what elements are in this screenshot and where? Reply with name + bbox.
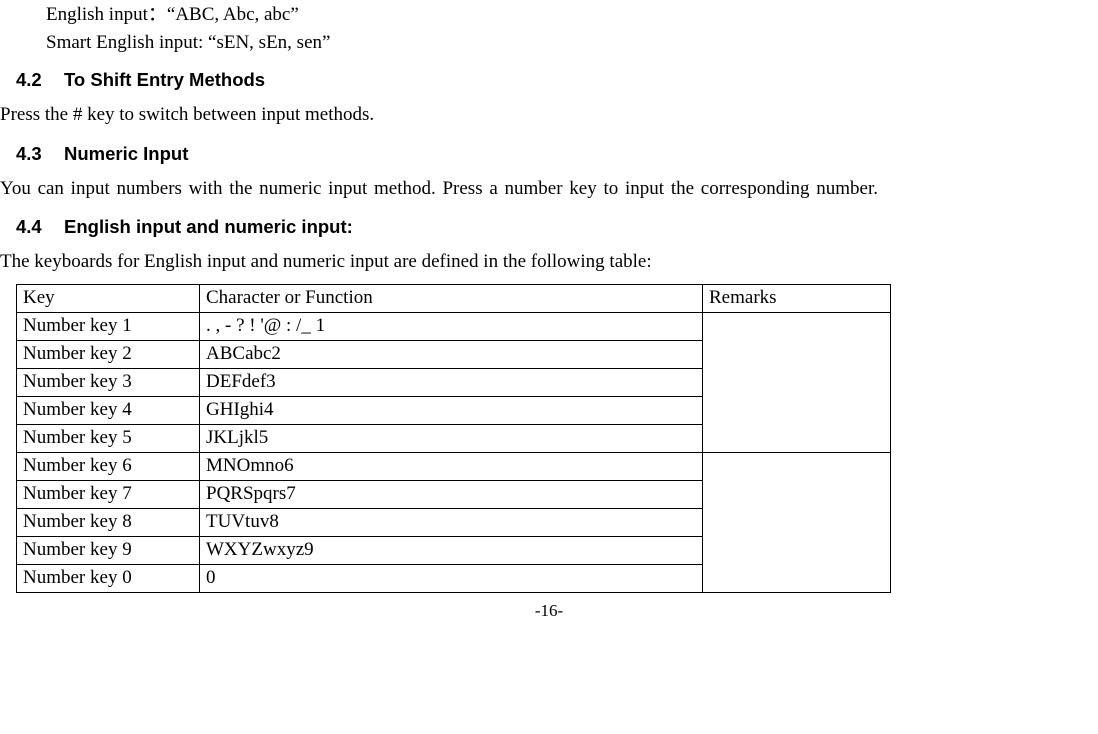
cell-key: Number key 5 (17, 424, 200, 452)
cell-char: 0 (200, 564, 703, 592)
table-row: Number key 6 MNOmno6 (17, 452, 891, 480)
page-footer: -16- (0, 601, 1098, 621)
heading-4-3-num: 4.3 (16, 143, 64, 165)
english-input-value: “ABC, Abc, abc” (167, 4, 299, 25)
heading-4-4-title: English input and numeric input: (64, 216, 353, 237)
cell-key: Number key 3 (17, 368, 200, 396)
cell-char: PQRSpqrs7 (200, 480, 703, 508)
cell-key: Number key 8 (17, 508, 200, 536)
cell-char: GHIghi4 (200, 396, 703, 424)
cell-remarks-group2 (703, 452, 891, 592)
heading-4-4-num: 4.4 (16, 216, 64, 238)
cell-key: Number key 2 (17, 340, 200, 368)
cell-char: JKLjkl5 (200, 424, 703, 452)
heading-4-2-num: 4.2 (16, 69, 64, 91)
cell-char: ABCabc2 (200, 340, 703, 368)
smart-english-input-line: Smart English input: “sEN, sEn, sen” (0, 30, 1098, 56)
english-input-label: English input (46, 4, 148, 25)
cell-key: Number key 9 (17, 536, 200, 564)
keymap-table: Key Character or Function Remarks Number… (16, 284, 891, 593)
english-input-sep: ： (148, 4, 167, 25)
body-4-4: The keyboards for English input and nume… (0, 248, 1098, 276)
cell-key: Number key 1 (17, 312, 200, 340)
cell-key: Number key 7 (17, 480, 200, 508)
cell-char: DEFdef3 (200, 368, 703, 396)
cell-key: Number key 6 (17, 452, 200, 480)
col-header-key: Key (17, 284, 200, 312)
heading-4-2-title: To Shift Entry Methods (64, 69, 265, 90)
heading-4-2: 4.2To Shift Entry Methods (0, 69, 1098, 91)
page-number: -16- (535, 601, 563, 620)
smart-english-label: Smart English input: (46, 32, 203, 53)
cell-char: . , - ? ! '@ : /_ 1 (200, 312, 703, 340)
cell-key: Number key 4 (17, 396, 200, 424)
cell-char: WXYZwxyz9 (200, 536, 703, 564)
col-header-char: Character or Function (200, 284, 703, 312)
cell-char: TUVtuv8 (200, 508, 703, 536)
heading-4-3: 4.3Numeric Input (0, 143, 1098, 165)
heading-4-4: 4.4English input and numeric input: (0, 216, 1098, 238)
body-4-3: You can input numbers with the numeric i… (0, 175, 1098, 203)
cell-key: Number key 0 (17, 564, 200, 592)
cell-char: MNOmno6 (200, 452, 703, 480)
document-page: English input：“ABC, Abc, abc” Smart Engl… (0, 2, 1098, 627)
col-header-remarks: Remarks (703, 284, 891, 312)
table-row: Number key 1 . , - ? ! '@ : /_ 1 (17, 312, 891, 340)
table-header-row: Key Character or Function Remarks (17, 284, 891, 312)
heading-4-3-title: Numeric Input (64, 143, 188, 164)
cell-remarks-group1 (703, 312, 891, 452)
english-input-line: English input：“ABC, Abc, abc” (0, 2, 1098, 28)
smart-english-value: “sEN, sEn, sen” (208, 32, 330, 53)
body-4-2: Press the # key to switch between input … (0, 101, 1098, 129)
